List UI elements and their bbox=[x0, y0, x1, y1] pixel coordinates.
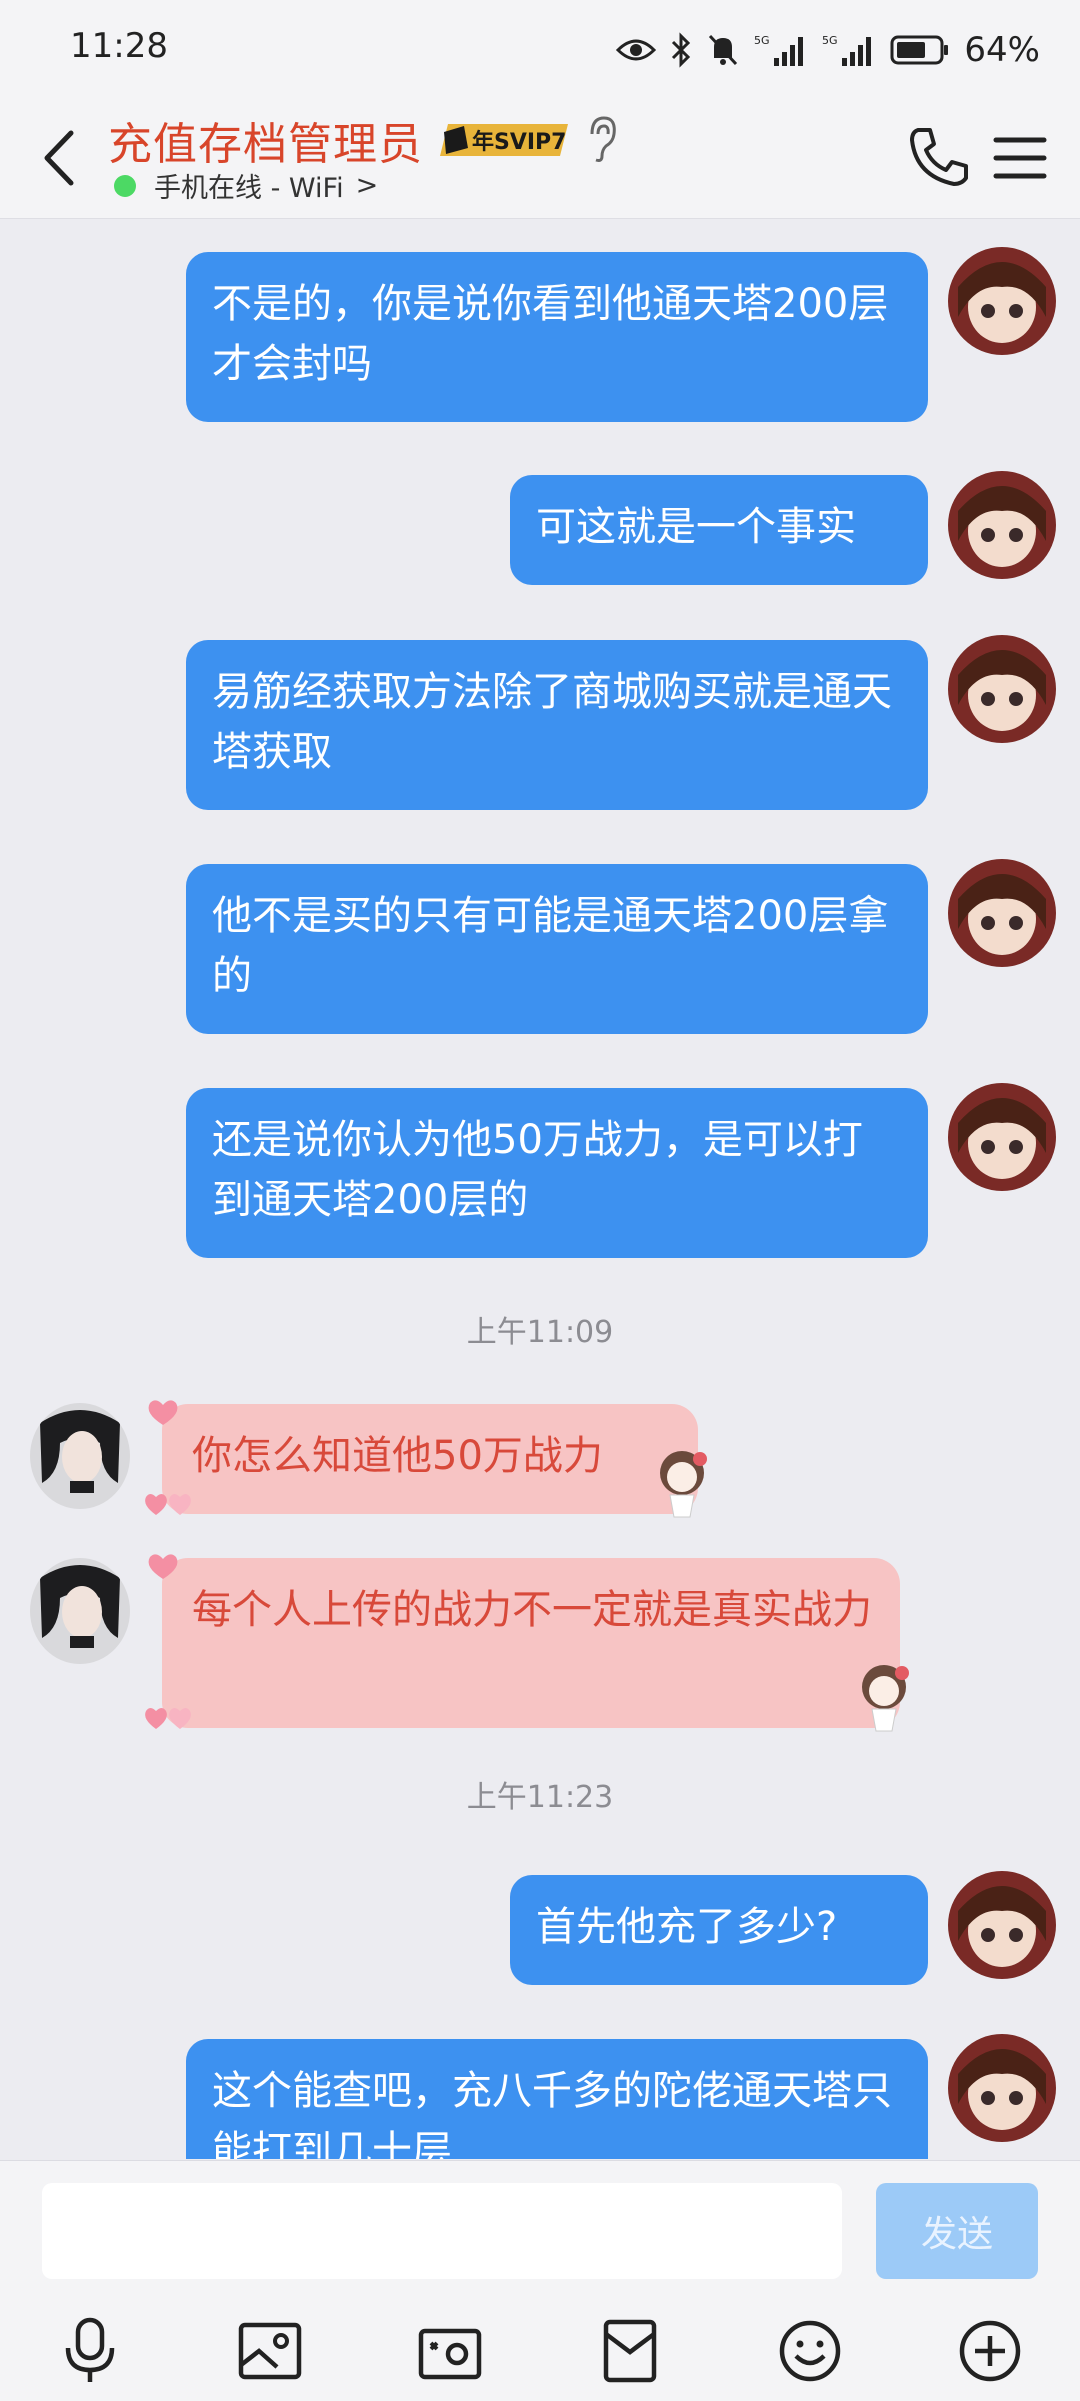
image-button[interactable] bbox=[230, 2311, 310, 2391]
send-button[interactable]: 发送 bbox=[876, 2183, 1038, 2279]
message-text: 这个能查吧，充八千多的陀佬通天塔只能打到几十层 bbox=[212, 2068, 892, 2159]
message-bubble-outgoing[interactable]: 不是的，你是说你看到他通天塔200层才会封吗 bbox=[186, 252, 928, 422]
bubble-heart-decoration bbox=[145, 1494, 191, 1515]
emoji-icon bbox=[779, 2320, 841, 2382]
red-packet-icon bbox=[603, 2319, 657, 2383]
message-text: 首先他充了多少? bbox=[536, 1904, 838, 1950]
call-button[interactable] bbox=[904, 122, 974, 192]
avatar-image bbox=[948, 1871, 1056, 1979]
mic-icon bbox=[65, 2317, 115, 2382]
message-bubble-outgoing[interactable]: 易筋经获取方法除了商城购买就是通天塔获取 bbox=[186, 640, 928, 810]
avatar-image bbox=[30, 1403, 130, 1509]
svg-text:5G: 5G bbox=[822, 34, 838, 47]
message-input[interactable] bbox=[42, 2183, 842, 2279]
chat-header: 充值存档管理员 年SVIP7 手机在线 - WiFi > bbox=[0, 100, 1080, 219]
signal-5g-2-icon: 5G bbox=[822, 34, 872, 66]
svip-badge[interactable]: 年SVIP7 bbox=[438, 118, 572, 162]
input-bar: 发送 bbox=[0, 2160, 1080, 2401]
message-text: 可这就是一个事实 bbox=[536, 504, 856, 550]
avatar-image bbox=[948, 2034, 1056, 2142]
message-timestamp: 上午11:09 bbox=[466, 1315, 614, 1350]
message-bubble-outgoing[interactable]: 这个能查吧，充八千多的陀佬通天塔只能打到几十层 bbox=[186, 2039, 928, 2159]
message-text: 还是说你认为他50万战力，是可以打到通天塔200层的 bbox=[212, 1117, 863, 1223]
avatar[interactable] bbox=[948, 1871, 1056, 1979]
message-timestamp: 上午11:23 bbox=[466, 1780, 614, 1815]
hamburger-icon bbox=[993, 137, 1047, 179]
message-bubble-outgoing[interactable]: 可这就是一个事实 bbox=[510, 475, 928, 585]
message-bubble-outgoing[interactable]: 他不是买的只有可能是通天塔200层拿的 bbox=[186, 864, 928, 1034]
message-bubble-incoming[interactable]: 每个人上传的战力不一定就是真实战力 bbox=[162, 1558, 900, 1728]
red-packet-button[interactable] bbox=[590, 2311, 670, 2391]
plus-icon bbox=[959, 2320, 1021, 2382]
battery-icon bbox=[890, 35, 949, 65]
message-bubble-incoming[interactable]: 你怎么知道他50万战力 bbox=[162, 1404, 698, 1514]
avatar-image bbox=[948, 471, 1056, 579]
bubble-heart-decoration bbox=[148, 1400, 178, 1425]
svg-text:年SVIP7: 年SVIP7 bbox=[472, 129, 567, 155]
message-text: 不是的，你是说你看到他通天塔200层才会封吗 bbox=[212, 281, 889, 387]
avatar-image bbox=[948, 247, 1056, 355]
avatar[interactable] bbox=[948, 1083, 1056, 1191]
battery-percent: 64% bbox=[964, 30, 1040, 70]
message-text: 易筋经获取方法除了商城购买就是通天塔获取 bbox=[212, 669, 892, 775]
status-icons: 5G 5G 64% bbox=[616, 22, 1040, 78]
avatar-image bbox=[948, 635, 1056, 743]
avatar-image bbox=[30, 1558, 130, 1664]
online-status: 手机在线 - WiFi > bbox=[114, 166, 378, 205]
online-status-text: 手机在线 - WiFi bbox=[154, 173, 344, 204]
camera-button[interactable] bbox=[410, 2311, 490, 2391]
message-bubble-outgoing[interactable]: 还是说你认为他50万战力，是可以打到通天塔200层的 bbox=[186, 1088, 928, 1258]
eye-icon bbox=[616, 39, 657, 61]
voice-button[interactable] bbox=[50, 2311, 130, 2391]
message-text: 他不是买的只有可能是通天塔200层拿的 bbox=[212, 893, 889, 999]
contact-name[interactable]: 充值存档管理员 bbox=[108, 108, 423, 172]
svg-text:5G: 5G bbox=[754, 34, 770, 47]
avatar[interactable] bbox=[30, 1558, 130, 1664]
avatar[interactable] bbox=[948, 2034, 1056, 2142]
phone-icon bbox=[910, 128, 968, 186]
bluetooth-icon bbox=[672, 32, 691, 68]
avatar-image bbox=[948, 1083, 1056, 1191]
bubble-girl-sticker bbox=[660, 1451, 707, 1518]
chevron-left-icon bbox=[44, 130, 74, 186]
emoji-button[interactable] bbox=[770, 2311, 850, 2391]
status-chevron: > bbox=[355, 170, 379, 201]
mute-bell-icon bbox=[709, 34, 738, 66]
online-dot bbox=[114, 174, 136, 197]
message-text: 你怎么知道他50万战力 bbox=[192, 1433, 603, 1479]
bubble-girl-sticker bbox=[862, 1665, 909, 1732]
avatar-image bbox=[948, 859, 1056, 967]
avatar[interactable] bbox=[948, 635, 1056, 743]
bubble-heart-decoration bbox=[148, 1554, 178, 1579]
bubble-heart-decoration bbox=[145, 1708, 191, 1729]
message-text: 每个人上传的战力不一定就是真实战力 bbox=[192, 1587, 872, 1633]
signal-5g-icon: 5G bbox=[754, 34, 804, 66]
back-button[interactable] bbox=[24, 118, 94, 198]
status-bar: 11:28 5G 5G 64% bbox=[0, 0, 1080, 100]
ear-icon bbox=[590, 116, 616, 162]
menu-button[interactable] bbox=[990, 128, 1050, 188]
avatar[interactable] bbox=[30, 1403, 130, 1509]
message-bubble-outgoing[interactable]: 首先他充了多少? bbox=[510, 1875, 928, 1985]
avatar[interactable] bbox=[948, 471, 1056, 579]
image-icon bbox=[238, 2322, 302, 2380]
message-list[interactable]: 不是的，你是说你看到他通天塔200层才会封吗 可这就是一个事实 易筋经获取方法除… bbox=[0, 219, 1080, 2159]
camera-icon bbox=[418, 2328, 482, 2380]
avatar[interactable] bbox=[948, 859, 1056, 967]
status-time: 11:28 bbox=[70, 26, 168, 66]
avatar[interactable] bbox=[948, 247, 1056, 355]
more-button[interactable] bbox=[950, 2311, 1030, 2391]
